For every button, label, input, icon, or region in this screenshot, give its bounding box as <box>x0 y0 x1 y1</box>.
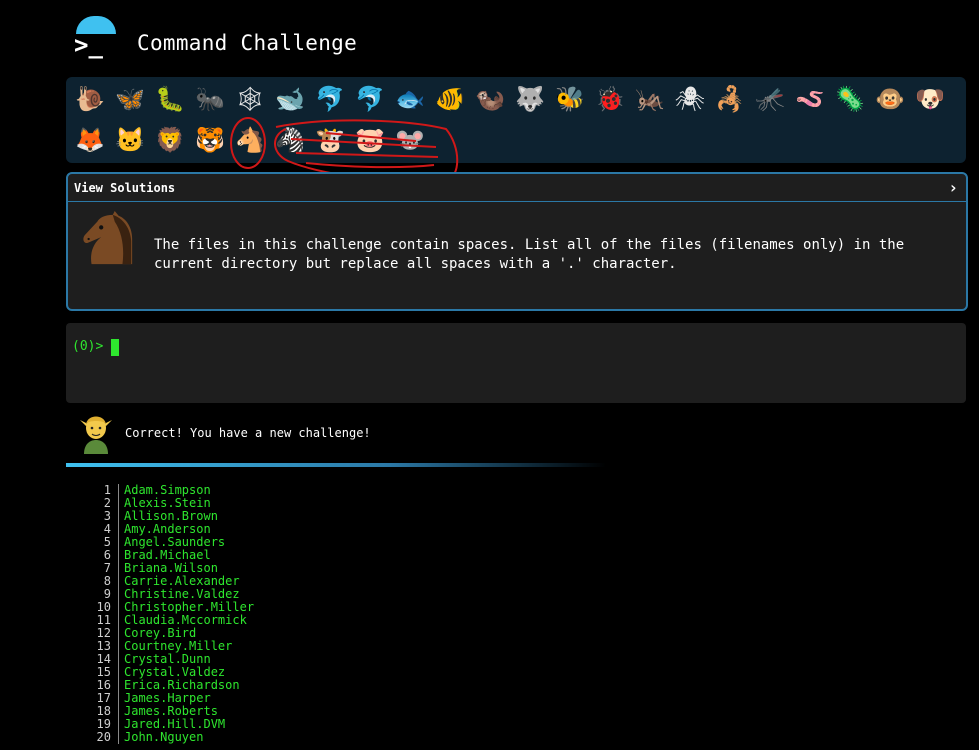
terminal-prompt: (0)> <box>72 339 104 354</box>
view-solutions-toggle[interactable]: View Solutions › <box>68 174 966 202</box>
header: >_ Command Challenge <box>66 10 666 70</box>
animal-challenge-icon[interactable]: 🦂 <box>710 79 750 119</box>
line-number: 1 <box>86 484 119 497</box>
animal-challenge-icon[interactable]: 🦁 <box>150 120 190 160</box>
challenge-text: The files in this challenge contain spac… <box>154 237 905 272</box>
line-number: 20 <box>86 731 119 744</box>
animal-challenge-icon[interactable]: 🦟 <box>750 79 790 119</box>
animal-challenge-icon[interactable]: 🐜 <box>190 79 230 119</box>
tray-row-2: 🦊 🐱 🦁 🐯 🐴 🦓 🐮 🐷 🐭 <box>70 120 430 160</box>
animal-challenge-icon[interactable]: 🐱 <box>110 120 150 160</box>
page-title: Command Challenge <box>137 31 358 55</box>
animal-challenge-icon[interactable]: 🐞 <box>590 79 630 119</box>
terminal-input-area[interactable]: (0)> <box>66 323 966 403</box>
progress-bar <box>66 463 606 467</box>
animal-challenge-icon[interactable]: 🕷 <box>670 79 710 119</box>
animal-challenge-icon[interactable]: 🐵 <box>870 79 910 119</box>
animal-challenge-icon[interactable]: 🐺 <box>510 79 550 119</box>
challenge-icon-tray: 🐌 🦋 🐛 🐜 🕸 🐋 🐬 🐬 🐟 🐠 🦦 🐺 🐝 🐞 🦗 🕷 🦂 🦟 🪱 🦠 🐵 🐶 🦊 🐱 🦁 🐯 🐴 🦓 🐮 🐷 🐭 <box>66 77 966 183</box>
animal-challenge-icon[interactable]: 🐷 <box>350 120 390 160</box>
animal-challenge-icon[interactable]: 🦗 <box>630 79 670 119</box>
animal-challenge-icon[interactable]: 🐬 <box>350 79 390 119</box>
animal-challenge-icon[interactable]: 🐛 <box>150 79 190 119</box>
terminal-cursor <box>111 339 119 356</box>
line-number: 5 <box>86 536 119 549</box>
challenge-description: The files in this challenge contain spac… <box>68 202 966 308</box>
chevron-right-icon[interactable]: › <box>948 178 958 197</box>
command-output: 1 Adam.Simpson 2 Alexis.Stein 3 Allison.Brown… <box>86 484 254 744</box>
output-line: 20 John.Nguyen <box>86 731 254 744</box>
animal-challenge-icon[interactable]: 🐴 <box>230 120 270 160</box>
animal-challenge-icon[interactable]: 🐟 <box>390 79 430 119</box>
animal-challenge-icon[interactable]: 🐮 <box>310 120 350 160</box>
animal-challenge-icon[interactable]: 🦋 <box>110 79 150 119</box>
filename: John.Nguyen <box>124 730 204 744</box>
line-number: 2 <box>86 497 119 510</box>
animal-challenge-icon[interactable]: 🕸 <box>230 79 270 119</box>
animal-challenge-icon[interactable]: 🐋 <box>270 79 310 119</box>
animal-challenge-icon[interactable]: 🐝 <box>550 79 590 119</box>
animal-challenge-icon[interactable]: 🐬 <box>310 79 350 119</box>
tray-row-1: 🐌 🦋 🐛 🐜 🕸 🐋 🐬 🐬 🐟 🐠 🦦 🐺 🐝 🐞 🦗 🕷 🦂 🦟 🪱 🦠 🐵 🐶 <box>70 79 950 119</box>
animal-challenge-icon[interactable]: 🦓 <box>270 120 310 160</box>
solutions-panel: View Solutions › The files in this chall… <box>66 172 968 311</box>
animal-challenge-icon[interactable]: 🦦 <box>470 79 510 119</box>
animal-challenge-icon[interactable]: 🐌 <box>70 79 110 119</box>
animal-challenge-icon[interactable]: 🐭 <box>390 120 430 160</box>
line-number: 4 <box>86 523 119 536</box>
animal-challenge-icon[interactable]: 🦊 <box>70 120 110 160</box>
status-message: Correct! You have a new challenge! <box>125 426 371 440</box>
animal-challenge-icon[interactable]: 🐶 <box>910 79 950 119</box>
terminal-logo-icon: >_ <box>74 31 103 59</box>
horse-icon <box>83 210 133 265</box>
animal-challenge-icon[interactable]: 🦠 <box>830 79 870 119</box>
page: >_ Command Challenge 🐌 🦋 🐛 🐜 🕸 🐋 🐬 🐬 🐟 🐠 🦦 🐺 🐝 🐞 🦗 🕷 🦂 🦟 🪱… <box>0 0 979 750</box>
animal-challenge-icon[interactable]: 🪱 <box>790 79 830 119</box>
elf-avatar-icon <box>80 416 112 454</box>
animal-challenge-icon[interactable]: 🐯 <box>190 120 230 160</box>
line-number: 8 <box>86 575 119 588</box>
animal-challenge-icon[interactable]: 🐠 <box>430 79 470 119</box>
view-solutions-label: View Solutions <box>74 180 176 195</box>
line-number: 6 <box>86 549 119 562</box>
line-number: 3 <box>86 510 119 523</box>
line-number: 7 <box>86 562 119 575</box>
